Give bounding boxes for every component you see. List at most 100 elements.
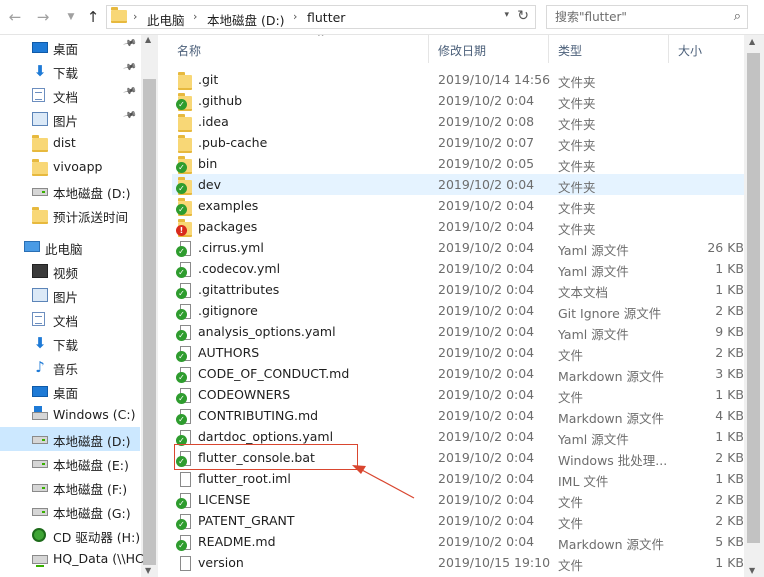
- sidebar-item[interactable]: 本地磁盘 (F:): [0, 475, 140, 499]
- refresh-icon[interactable]: ↻: [517, 8, 529, 24]
- breadcrumb-flutter[interactable]: flutter: [307, 10, 345, 25]
- file-row[interactable]: ✓ PATENT_GRANT 2019/10/2 0:04 文件 2 KB: [172, 510, 744, 531]
- file-row[interactable]: version 2019/10/15 19:10 文件 1 KB: [172, 552, 744, 573]
- file-name: .codecov.yml: [198, 261, 281, 276]
- column-header-size[interactable]: 大小: [678, 35, 702, 65]
- column-separator[interactable]: [548, 35, 549, 63]
- download-icon: ⬇: [33, 334, 47, 352]
- sidebar-item[interactable]: 此电脑: [0, 235, 140, 259]
- sidebar-item[interactable]: ⬇ 下载: [0, 331, 140, 355]
- breadcrumb-drive-d[interactable]: 本地磁盘 (D:): [207, 10, 285, 29]
- sidebar-item[interactable]: ♪ 音乐: [0, 355, 140, 379]
- sidebar-item[interactable]: 图片 📌: [0, 107, 140, 131]
- file-row[interactable]: ✓ LICENSE 2019/10/2 0:04 文件 2 KB: [172, 489, 744, 510]
- file-row[interactable]: ✓ bin 2019/10/2 0:05 文件夹: [172, 153, 744, 174]
- search-box[interactable]: ⌕: [546, 5, 748, 29]
- file-row[interactable]: ✓ README.md 2019/10/2 0:04 Markdown 源文件 5 KB: [172, 531, 744, 552]
- sidebar-item[interactable]: 视频: [0, 259, 140, 283]
- file-name: bin: [198, 156, 218, 171]
- file-row[interactable]: ✓ .cirrus.yml 2019/10/2 0:04 Yaml 源文件 26 KB: [172, 237, 744, 258]
- file-row[interactable]: .idea 2019/10/2 0:08 文件夹: [172, 111, 744, 132]
- sidebar-item[interactable]: Windows (C:): [0, 403, 140, 427]
- sidebar-item[interactable]: 桌面: [0, 379, 140, 403]
- address-bar[interactable]: › 此电脑 › 本地磁盘 (D:) › flutter ▾ ↻: [106, 5, 536, 29]
- scroll-up-icon[interactable]: ▲: [145, 35, 151, 44]
- file-row[interactable]: ✓ .codecov.yml 2019/10/2 0:04 Yaml 源文件 1 KB: [172, 258, 744, 279]
- file-date: 2019/10/2 0:04: [438, 198, 535, 213]
- scroll-down-icon[interactable]: ▼: [145, 566, 151, 575]
- sidebar-item[interactable]: 本地磁盘 (E:): [0, 451, 140, 475]
- sidebar-item[interactable]: 本地磁盘 (D:): [0, 179, 140, 203]
- file-type: Markdown 源文件: [558, 537, 665, 552]
- breadcrumb-separator-icon[interactable]: ›: [133, 10, 137, 23]
- file-date: 2019/10/2 0:04: [438, 240, 535, 255]
- git-synced-badge-icon: ✓: [176, 99, 187, 110]
- sidebar-item[interactable]: 图片: [0, 283, 140, 307]
- sidebar-scrollbar[interactable]: ▲ ▼: [141, 35, 158, 577]
- file-row[interactable]: ✓ .gitignore 2019/10/2 0:04 Git Ignore 源文件 2…: [172, 300, 744, 321]
- file-type: 文件: [558, 558, 584, 573]
- column-header-date[interactable]: 修改日期: [438, 35, 486, 65]
- breadcrumb-separator-icon[interactable]: ›: [193, 10, 197, 23]
- file-name: .idea: [198, 114, 229, 129]
- back-arrow-icon[interactable]: ←: [6, 8, 24, 26]
- file-type: 文件夹: [558, 159, 596, 174]
- sidebar-item[interactable]: dist: [0, 131, 140, 155]
- file-list-scrollbar[interactable]: ▲ ▼: [744, 35, 764, 577]
- file-row[interactable]: ✓ .github 2019/10/2 0:04 文件夹: [172, 90, 744, 111]
- breadcrumb-separator-icon[interactable]: ›: [293, 10, 297, 23]
- up-arrow-icon[interactable]: ↑: [84, 8, 102, 26]
- git-synced-badge-icon: ✓: [176, 414, 187, 425]
- file-row[interactable]: ✓ CODE_OF_CONDUCT.md 2019/10/2 0:04 Markdow…: [172, 363, 744, 384]
- column-separator[interactable]: [428, 35, 429, 63]
- sidebar-item[interactable]: ⬇ 下载 📌: [0, 59, 140, 83]
- file-row[interactable]: flutter_root.iml 2019/10/2 0:04 IML 文件 1 KB: [172, 468, 744, 489]
- sidebar-item[interactable]: vivoapp: [0, 155, 140, 179]
- file-name: dartdoc_options.yaml: [198, 429, 334, 444]
- sidebar-item[interactable]: 文档: [0, 307, 140, 331]
- file-row[interactable]: ✓ AUTHORS 2019/10/2 0:04 文件 2 KB: [172, 342, 744, 363]
- recent-locations-chevron-icon[interactable]: ▼: [62, 8, 80, 26]
- column-header-type-label: 类型: [558, 44, 583, 58]
- sidebar-item-label: dist: [53, 135, 76, 150]
- pin-icon: 📌: [122, 60, 137, 76]
- sidebar-item[interactable]: 桌面 📌: [0, 35, 140, 59]
- search-input[interactable]: [555, 9, 715, 25]
- sidebar-item[interactable]: CD 驱动器 (H:): [0, 523, 140, 547]
- sidebar-item-label: 文档: [53, 90, 79, 105]
- scroll-up-icon[interactable]: ▲: [749, 37, 755, 46]
- file-name: .gitattributes: [198, 282, 280, 297]
- git-synced-badge-icon: ✓: [176, 351, 187, 362]
- file-row[interactable]: ✓ analysis_options.yaml 2019/10/2 0:04 Yaml…: [172, 321, 744, 342]
- file-row[interactable]: ✓ examples 2019/10/2 0:04 文件夹: [172, 195, 744, 216]
- scroll-down-icon[interactable]: ▼: [749, 566, 755, 575]
- file-row[interactable]: ✓ .gitattributes 2019/10/2 0:04 文本文档 1 KB: [172, 279, 744, 300]
- sidebar-scroll-thumb[interactable]: [143, 79, 156, 565]
- breadcrumb-this-pc[interactable]: 此电脑: [147, 10, 185, 29]
- sidebar-item-label: Windows (C:): [53, 407, 136, 422]
- file-row[interactable]: ✓ CONTRIBUTING.md 2019/10/2 0:04 Markdown 源…: [172, 405, 744, 426]
- column-separator[interactable]: [668, 35, 669, 63]
- search-icon[interactable]: ⌕: [734, 9, 741, 24]
- file-row[interactable]: .git 2019/10/14 14:56 文件夹: [172, 69, 744, 90]
- sidebar-item[interactable]: 本地磁盘 (D:): [0, 427, 140, 451]
- folder-icon: [178, 114, 192, 132]
- sidebar-item[interactable]: 本地磁盘 (G:): [0, 499, 140, 523]
- file-row[interactable]: .pub-cache 2019/10/2 0:07 文件夹: [172, 132, 744, 153]
- address-dropdown-chevron-icon[interactable]: ▾: [504, 10, 509, 20]
- sidebar-item[interactable]: HQ_Data (\\HC: [0, 547, 144, 571]
- sidebar-item[interactable]: 预计派送时间: [0, 203, 140, 227]
- file-date: 2019/10/14 14:56: [438, 72, 551, 87]
- file-list-scroll-thumb[interactable]: [747, 53, 760, 543]
- file-row[interactable]: ✓ dev 2019/10/2 0:04 文件夹: [172, 174, 744, 195]
- file-size: 5 KB: [715, 534, 744, 549]
- sidebar-item-label: 文档: [53, 314, 79, 329]
- file-size: 1 KB: [715, 429, 744, 444]
- file-row[interactable]: ✓ CODEOWNERS 2019/10/2 0:04 文件 1 KB: [172, 384, 744, 405]
- column-header-name[interactable]: 名称 ^: [177, 35, 325, 65]
- column-header-type[interactable]: 类型: [558, 35, 582, 65]
- file-row[interactable]: ! packages 2019/10/2 0:04 文件夹: [172, 216, 744, 237]
- sidebar-item[interactable]: 文档 📌: [0, 83, 140, 107]
- forward-arrow-icon[interactable]: →: [34, 8, 52, 26]
- git-synced-badge-icon: ✓: [176, 372, 187, 383]
